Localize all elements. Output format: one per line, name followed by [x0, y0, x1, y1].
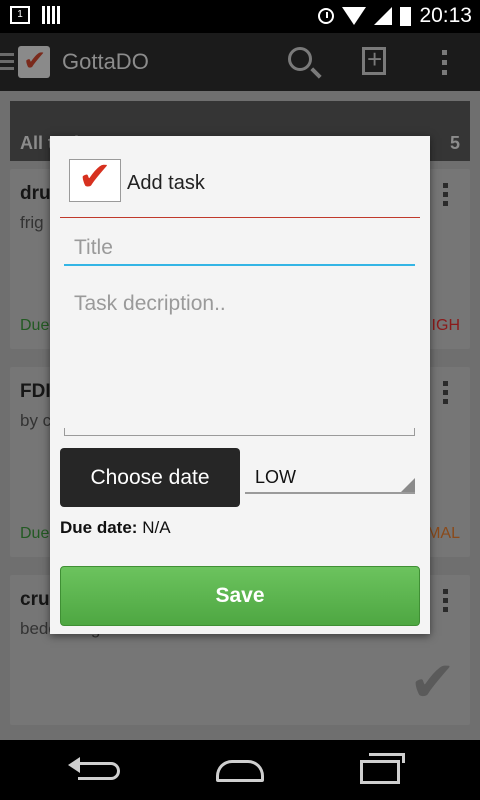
- dropdown-arrow-icon: [401, 478, 415, 492]
- task-title: cru: [20, 589, 50, 610]
- task-count: 5: [449, 133, 460, 153]
- battery-charging-icon: [400, 6, 412, 26]
- description-border: [414, 428, 415, 436]
- completed-check-icon[interactable]: ✔: [409, 649, 456, 715]
- navigation-bar: [0, 740, 480, 800]
- signal-icon: [374, 7, 393, 25]
- overflow-menu-icon[interactable]: [442, 50, 447, 80]
- status-bar: 1 20:13: [0, 0, 480, 33]
- save-button[interactable]: Save: [60, 566, 420, 626]
- overflow-menu-icon[interactable]: [443, 381, 448, 408]
- app-bar: GottaDO: [0, 33, 480, 91]
- task-description: by c: [20, 411, 52, 430]
- overflow-menu-icon[interactable]: [443, 183, 448, 210]
- task-priority: IGH: [431, 317, 460, 334]
- task-priority: MAL: [427, 525, 460, 542]
- choose-date-button[interactable]: Choose date: [60, 448, 240, 507]
- recent-apps-icon[interactable]: [360, 753, 405, 784]
- priority-select[interactable]: LOW: [245, 456, 415, 494]
- app-logo-icon[interactable]: [18, 44, 50, 78]
- back-icon[interactable]: [68, 757, 120, 780]
- home-icon[interactable]: [216, 760, 264, 782]
- task-due: Due: [20, 317, 50, 334]
- notification-icon: 1: [10, 6, 30, 24]
- priority-value: LOW: [255, 467, 297, 487]
- menu-icon[interactable]: [0, 53, 14, 74]
- due-date-row: Due date: N/A: [60, 518, 171, 538]
- dialog-title: Add task: [127, 172, 205, 194]
- description-border: [64, 428, 65, 436]
- app-title: GottaDO: [62, 49, 149, 74]
- due-date-label: Due date:: [60, 518, 138, 537]
- task-due: Due: [20, 525, 50, 542]
- add-task-dialog: Add task Choose date LOW Due date: N/A S…: [50, 136, 430, 634]
- task-title: FDI: [20, 381, 51, 402]
- alarm-icon: [318, 8, 335, 24]
- task-title: dru: [20, 183, 51, 204]
- search-icon[interactable]: [288, 47, 312, 71]
- wifi-icon: [342, 7, 367, 25]
- status-time: 20:13: [419, 4, 472, 27]
- title-input[interactable]: [64, 232, 415, 266]
- due-date-value: N/A: [142, 518, 171, 537]
- overflow-menu-icon[interactable]: [443, 589, 448, 616]
- sd-card-icon: [42, 6, 60, 24]
- add-task-icon[interactable]: [362, 44, 386, 75]
- description-input[interactable]: [64, 288, 415, 436]
- checklist-icon: [69, 154, 121, 202]
- dialog-divider: [60, 217, 420, 218]
- task-description: frig: [20, 213, 44, 232]
